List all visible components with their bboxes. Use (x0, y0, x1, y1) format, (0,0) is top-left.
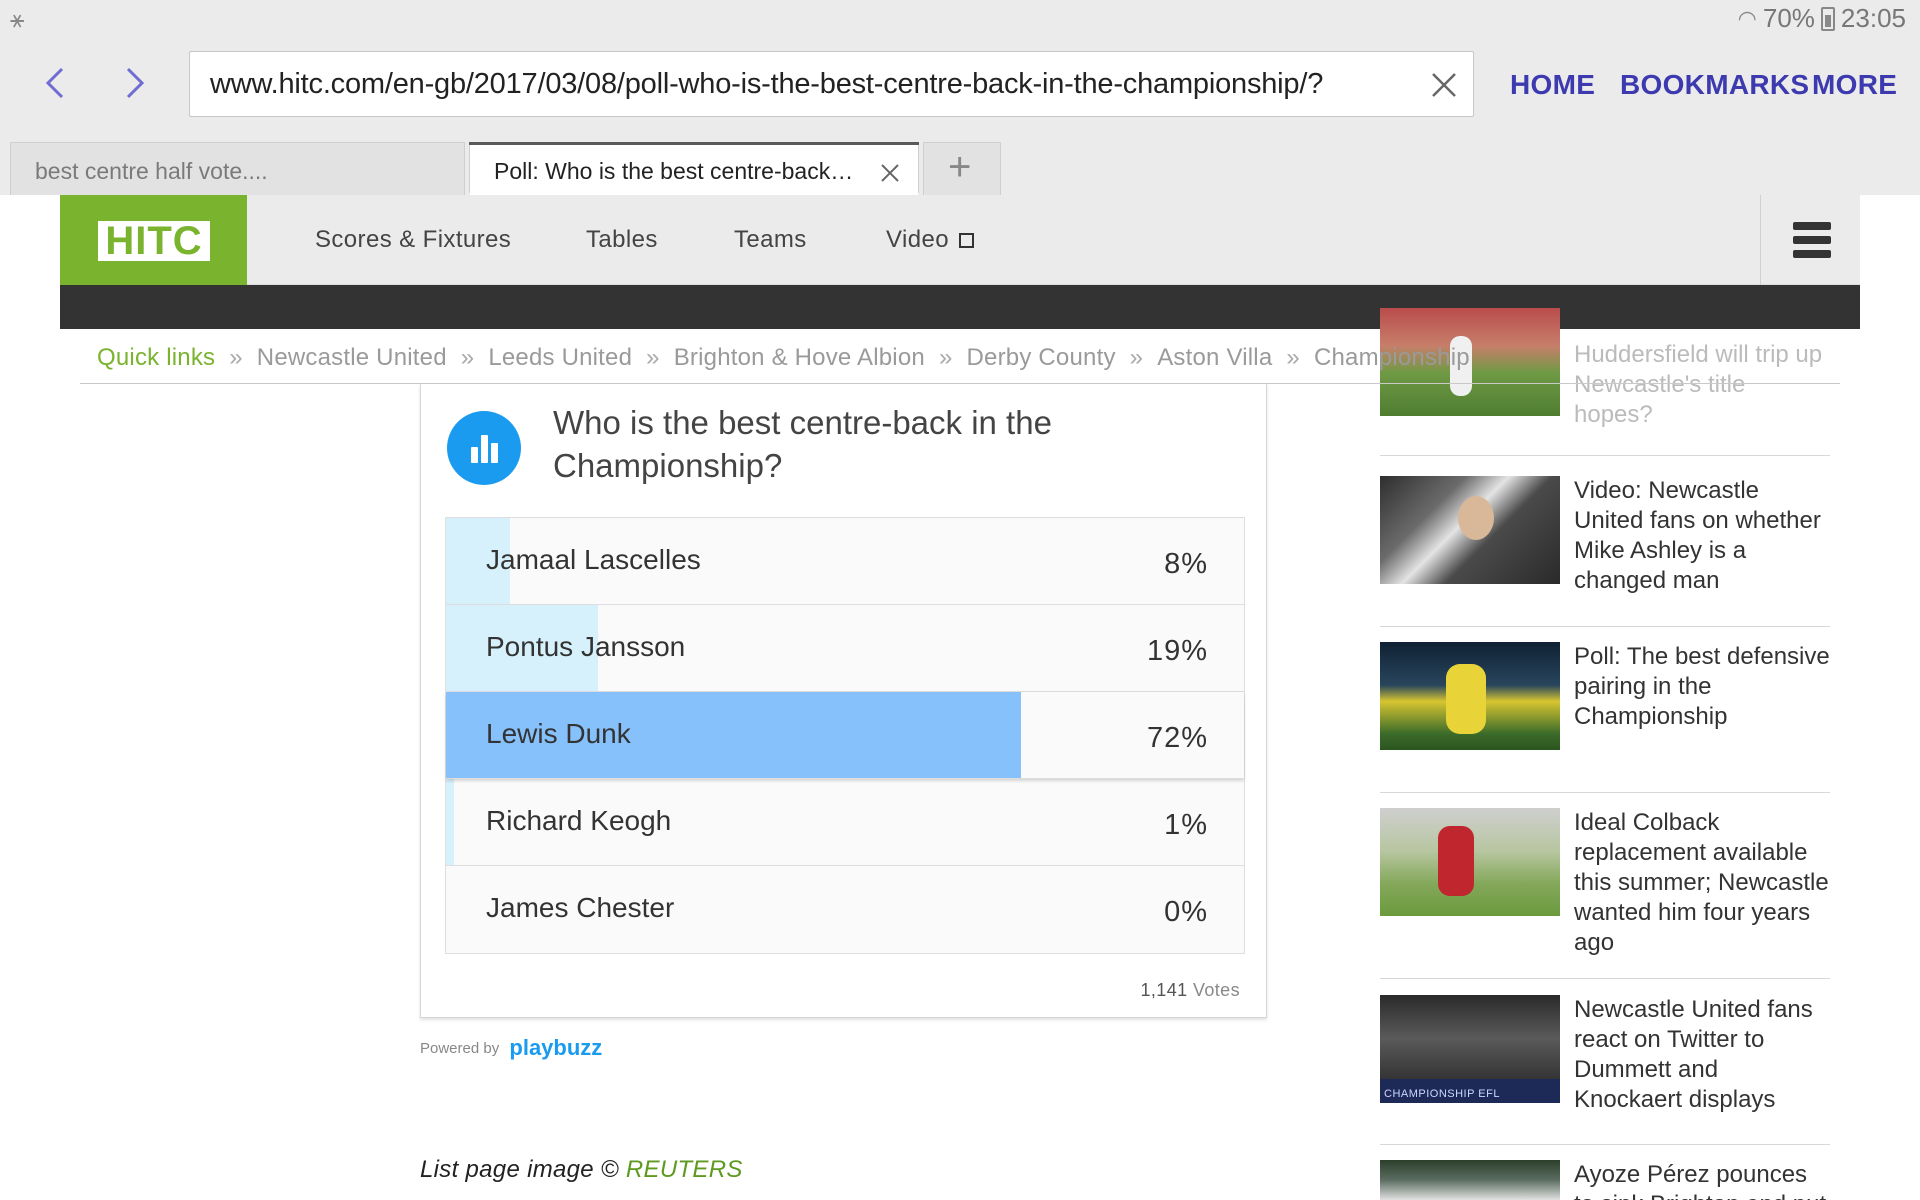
hitc-logo: HITC (98, 221, 210, 261)
quick-links-bar: Quick links» Newcastle United» Leeds Unite… (80, 330, 1840, 384)
article-thumbnail[interactable]: CHAMPIONSHIP EFL (1380, 995, 1560, 1103)
divider (1380, 626, 1830, 627)
new-tab-button[interactable]: + (923, 142, 1001, 195)
home-link[interactable]: HOME (1510, 69, 1595, 101)
article-title[interactable]: Video: Newcastle United fans on whether … (1574, 476, 1830, 596)
article-title[interactable]: Poll: The best defensive pairing in the … (1574, 642, 1830, 732)
poll-question: Who is the best centre-back in the Champ… (553, 404, 1052, 484)
browser-chrome: ⚹ ◠ 70% 23:05 www.hitc.com/en-gb/2017/03… (0, 0, 1920, 195)
image-credit: List page image © REUTERS (420, 1156, 743, 1184)
quick-link-derby[interactable]: Derby County (967, 344, 1116, 371)
divider (1380, 1144, 1830, 1145)
clock: 23:05 (1840, 3, 1906, 33)
status-bar: ⚹ ◠ 70% 23:05 (0, 0, 1920, 40)
poll-option-name: Lewis Dunk (486, 718, 631, 749)
credit-text: List page image © (420, 1156, 619, 1183)
quick-links-title: Quick links (97, 344, 216, 371)
poll-options: Jamaal Lascelles 8% Pontus Jansson 19% Lewis… (445, 517, 1245, 954)
poll-option-percent: 0% (1164, 896, 1208, 928)
quick-link-leeds[interactable]: Leeds United (488, 344, 632, 371)
quick-link-championship[interactable]: Championship (1314, 344, 1470, 371)
nav-scores-fixtures[interactable]: Scores & Fixtures (315, 226, 511, 254)
tab-label: Poll: Who is the best centre-back… (494, 158, 854, 184)
poll-option-percent: 19% (1146, 635, 1208, 667)
url-text[interactable]: www.hitc.com/en-gb/2017/03/08/poll-who-i… (210, 68, 1415, 101)
poll-option-name: James Chester (486, 892, 675, 923)
close-icon (1432, 73, 1456, 97)
poll-option-name: Pontus Jansson (486, 631, 686, 662)
nav-video[interactable]: Video (886, 226, 974, 254)
menu-icon-bar (1793, 250, 1831, 258)
thumbnail-caption: CHAMPIONSHIP EFL (1384, 1088, 1500, 1100)
battery-icon (1820, 6, 1835, 31)
quick-link-brighton[interactable]: Brighton & Hove Albion (674, 344, 925, 371)
hamburger-menu-button[interactable] (1760, 195, 1860, 285)
poll-option[interactable]: Jamaal Lascelles 8% (446, 518, 1244, 605)
poll-widget: Who is the best centre-back in the Champ… (420, 384, 1267, 1018)
quick-link-aston-villa[interactable]: Aston Villa (1157, 344, 1272, 371)
poll-option-percent: 72% (1146, 722, 1208, 754)
divider (1380, 455, 1830, 456)
poll-option-percent: 8% (1164, 548, 1208, 580)
site-header: HITC Scores & Fixtures Tables Teams Vide… (60, 195, 1860, 285)
clear-url-button[interactable] (1431, 62, 1457, 108)
battery-percent: 70% (1762, 3, 1815, 33)
divider (1380, 978, 1830, 979)
close-tab-button[interactable] (880, 151, 900, 192)
chevron-right-icon (126, 67, 145, 99)
poll-option[interactable]: James Chester 0% (446, 866, 1244, 953)
secondary-nav-bar (60, 285, 1860, 329)
quick-link-newcastle[interactable]: Newcastle United (257, 344, 447, 371)
external-link-icon (958, 233, 974, 248)
menu-icon-bar (1793, 236, 1831, 244)
article-thumbnail[interactable] (1380, 808, 1560, 916)
forward-button[interactable] (110, 58, 160, 108)
menu-icon-bar (1793, 222, 1831, 230)
article-thumbnail[interactable] (1380, 642, 1560, 750)
article-title[interactable]: Ayoze Pérez pounces to sink Brighton and… (1574, 1160, 1830, 1200)
back-button[interactable] (30, 58, 80, 108)
wifi-icon: ◠ (1737, 5, 1757, 31)
plus-icon: + (948, 145, 972, 189)
nav-tables[interactable]: Tables (586, 226, 658, 254)
article-thumbnail[interactable] (1380, 1160, 1560, 1200)
more-link[interactable]: MORE (1812, 69, 1897, 101)
poll-result-bar (446, 779, 454, 865)
browser-tab-active[interactable]: Poll: Who is the best centre-back… (469, 142, 919, 195)
address-bar[interactable]: www.hitc.com/en-gb/2017/03/08/poll-who-i… (189, 51, 1474, 117)
article-title[interactable]: Newcastle United fans react on Twitter t… (1574, 995, 1830, 1115)
poll-option-name: Richard Keogh (486, 805, 672, 836)
playbuzz-logo[interactable]: playbuzz (509, 1035, 602, 1060)
tab-label: best centre half vote.... (35, 158, 268, 184)
bookmarks-link[interactable]: BOOKMARKS (1620, 69, 1809, 101)
powered-by: Powered by playbuzz (420, 1033, 602, 1060)
powered-by-label: Powered by (420, 1040, 500, 1057)
chevron-left-icon (45, 67, 64, 99)
vote-count-word: Votes (1192, 980, 1240, 1000)
close-icon (881, 164, 899, 182)
poll-chart-icon (447, 411, 521, 485)
browser-tab[interactable]: best centre half vote.... (10, 142, 465, 195)
divider (1380, 792, 1830, 793)
article-title[interactable]: Ideal Colback replacement available this… (1574, 808, 1830, 958)
credit-source[interactable]: REUTERS (626, 1156, 743, 1183)
poll-option[interactable]: Richard Keogh 1% (446, 779, 1244, 866)
poll-option-name: Jamaal Lascelles (486, 544, 701, 575)
poll-vote-count: 1,141 Votes (1141, 980, 1241, 1001)
poll-option-percent: 1% (1164, 809, 1208, 841)
site-logo-link[interactable]: HITC (60, 195, 247, 285)
poll-option[interactable]: Pontus Jansson 19% (446, 605, 1244, 692)
poll-option[interactable]: Lewis Dunk 72% (446, 692, 1244, 779)
nav-video-label: Video (886, 226, 949, 253)
vote-count-number: 1,141 (1140, 980, 1188, 1000)
usb-icon: ⚹ (10, 6, 25, 33)
nav-teams[interactable]: Teams (734, 226, 807, 254)
article-thumbnail[interactable] (1380, 476, 1560, 584)
